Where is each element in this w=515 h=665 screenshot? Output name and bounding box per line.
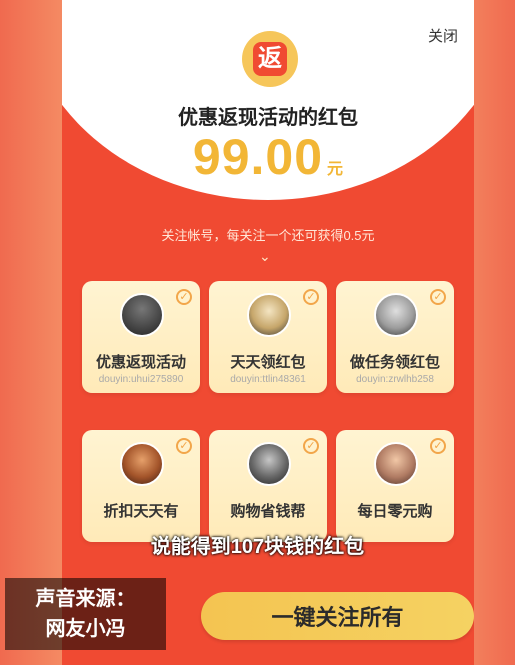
follow-all-button[interactable]: 一键关注所有 — [201, 592, 474, 640]
source-label: 声音来源： — [35, 588, 136, 610]
avatar — [374, 293, 418, 337]
account-card[interactable]: ✓ 天天领红包 douyin:ttlin48361 — [209, 281, 327, 393]
account-name: 购物省钱帮 — [230, 503, 306, 520]
checkmark-icon[interactable]: ✓ — [430, 438, 446, 454]
avatar — [247, 293, 291, 337]
rebate-glyph: 返 — [253, 42, 287, 76]
close-button[interactable]: 关闭 — [428, 25, 458, 46]
account-card[interactable]: ✓ 做任务领红包 douyin:zrwlhb258 — [336, 281, 454, 393]
checkmark-icon[interactable]: ✓ — [176, 289, 192, 305]
account-name: 每日零元购 — [357, 503, 433, 520]
account-card[interactable]: ✓ 每日零元购 — [336, 430, 454, 542]
modal-subtitle: 优惠返现活动的红包 — [178, 107, 358, 129]
account-name: 天天领红包 — [230, 354, 306, 371]
account-card[interactable]: ✓ 购物省钱帮 — [209, 430, 327, 542]
checkmark-icon[interactable]: ✓ — [303, 438, 319, 454]
avatar — [374, 442, 418, 486]
account-name: 优惠返现活动 — [95, 354, 186, 371]
account-card[interactable]: ✓ 优惠返现活动 douyin:uhui275890 — [82, 281, 200, 393]
follow-reward-note: 关注帐号，每关注一个还可获得0.5元 — [161, 228, 375, 243]
account-name: 做任务领红包 — [349, 354, 440, 371]
account-handle: douyin:ttlin48361 — [230, 374, 306, 385]
account-handle: douyin:zrwlhb258 — [356, 374, 434, 385]
checkmark-icon[interactable]: ✓ — [303, 289, 319, 305]
rebate-coin-icon: 返 — [242, 31, 298, 87]
account-grid: ✓ 优惠返现活动 douyin:uhui275890 ✓ 天天领红包 douyi… — [82, 281, 454, 542]
video-caption: 说能得到107块钱的红包 — [150, 536, 365, 558]
avatar — [120, 442, 164, 486]
account-handle: douyin:uhui275890 — [98, 374, 184, 385]
amount-unit: 元 — [327, 161, 344, 178]
checkmark-icon[interactable]: ✓ — [430, 289, 446, 305]
checkmark-icon[interactable]: ✓ — [176, 438, 192, 454]
chevron-down-icon: ⌄ — [259, 248, 271, 264]
source-credit: 声音来源： 网友小冯 — [5, 578, 166, 650]
amount-value: 99.00 — [192, 129, 324, 185]
source-name: 网友小冯 — [45, 618, 126, 640]
red-packet-modal: 关闭 返 优惠返现活动的红包 99.00 元 关注帐号，每关注一个还可获得0.5元… — [62, 0, 474, 665]
amount-display: 99.00 元 — [62, 128, 474, 186]
avatar — [120, 293, 164, 337]
avatar — [247, 442, 291, 486]
account-name: 折扣天天有 — [103, 503, 179, 520]
account-card[interactable]: ✓ 折扣天天有 — [82, 430, 200, 542]
